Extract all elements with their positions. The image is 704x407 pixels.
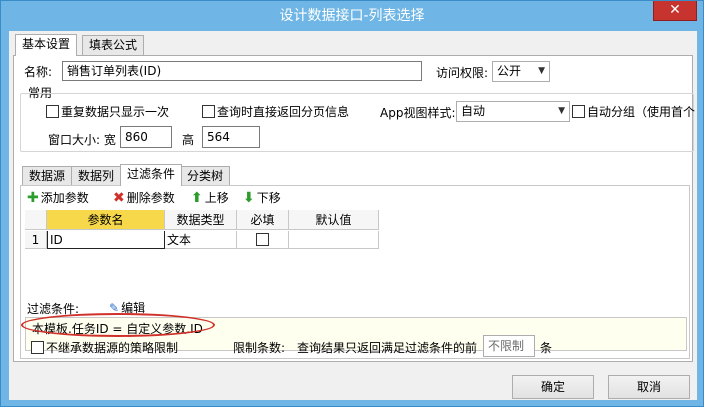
direct-page-label: 查询时直接返回分页信息 [217,105,350,119]
column-header-default[interactable]: 默认值 [289,210,379,230]
column-header-required[interactable]: 必填 [237,210,289,230]
plus-icon: ✚ [27,190,39,206]
param-grid: 参数名 数据类型 必填 默认值 1 ID 文本 [25,210,383,250]
window-size-label: 窗口大小: 宽 [48,133,116,147]
column-header-name[interactable]: 参数名 [47,210,165,230]
width-input[interactable]: 860 [120,126,172,148]
column-header-type[interactable]: 数据类型 [165,210,237,230]
limit-input[interactable]: 不限制 [483,335,535,357]
add-param-button[interactable]: ✚ 添加参数 [27,190,89,206]
limit-description: 查询结果只返回满足过滤条件的前 [297,341,478,355]
delete-icon: ✖ [113,190,125,206]
arrow-up-icon: ⬆ [191,190,203,206]
param-default-cell[interactable] [289,231,379,249]
row-number-header [25,210,47,230]
param-required-cell[interactable] [237,231,289,249]
app-style-select[interactable]: 自动 ▼ [456,101,570,122]
tab-basic-settings[interactable]: 基本设置 [15,34,78,56]
dialog-body: 基本设置 填表公式 名称: 销售订单列表(ID) 访问权限: 公开 ▼ 常用 重… [9,31,697,400]
limit-label: 限制条数: [233,341,286,355]
basic-settings-panel: 名称: 销售订单列表(ID) 访问权限: 公开 ▼ 常用 重复数据只显示一次 查… [13,55,695,362]
height-input[interactable]: 564 [202,126,260,148]
inherit-label: 不继承数据源的策略限制 [46,341,179,355]
chevron-down-icon: ▼ [558,106,565,116]
auto-group-checkbox[interactable]: 自动分组（使用首个 [572,105,695,119]
tab-filter-conditions[interactable]: 过滤条件 [120,164,183,186]
checkbox-icon [572,105,585,118]
param-name-cell[interactable]: ID [47,231,165,249]
inherit-checkbox[interactable]: 不继承数据源的策略限制 [31,341,178,355]
cancel-button[interactable]: 取消 [608,375,690,399]
close-button[interactable]: ✕ [653,1,697,21]
ok-button[interactable]: 确定 [512,375,594,399]
filter-panel: ✚添加参数 ✖删除参数 ⬆上移 ⬇下移 参数名 数据类型 必填 默认值 [20,185,690,359]
param-type-cell[interactable]: 文本 [165,231,237,249]
limit-unit: 条 [540,341,553,355]
repeat-label: 重复数据只显示一次 [61,105,170,119]
checkbox-icon [256,233,269,246]
app-style-value: 自动 [461,104,486,118]
checkbox-icon [202,105,215,118]
auto-group-label: 自动分组（使用首个 [587,105,696,119]
close-icon: ✕ [669,2,681,18]
move-down-label: 下移 [256,191,281,205]
highlight-circle [21,313,215,337]
repeat-checkbox[interactable]: 重复数据只显示一次 [46,105,169,119]
window-title: 设计数据接口-列表选择 [279,8,425,24]
delete-param-label: 删除参数 [126,191,175,205]
access-value: 公开 [497,64,522,78]
access-label: 访问权限: [436,66,489,80]
checkbox-icon [46,105,59,118]
direct-page-checkbox[interactable]: 查询时直接返回分页信息 [202,105,349,119]
chevron-down-icon: ▼ [538,66,545,76]
move-down-button[interactable]: ⬇ 下移 [243,190,281,206]
move-up-button[interactable]: ⬆ 上移 [191,190,229,206]
tab-data-columns[interactable]: 数据列 [71,166,122,185]
name-label: 名称: [24,65,53,79]
dialog-window: 设计数据接口-列表选择 ✕ 基本设置 填表公式 名称: 销售订单列表(ID) 访… [0,0,704,407]
access-select[interactable]: 公开 ▼ [492,61,550,82]
app-style-label: App视图样式: [380,106,456,120]
move-up-label: 上移 [204,191,229,205]
add-param-label: 添加参数 [40,191,89,205]
arrow-down-icon: ⬇ [243,190,255,206]
row-number: 1 [25,231,47,249]
tab-data-source[interactable]: 数据源 [22,166,73,185]
height-label: 高 [182,133,195,147]
name-input[interactable]: 销售订单列表(ID) [62,61,422,81]
tab-fill-formula[interactable]: 填表公式 [82,35,145,55]
delete-param-button[interactable]: ✖ 删除参数 [113,190,175,206]
checkbox-icon [31,341,44,354]
tab-category-tree[interactable]: 分类树 [180,166,231,185]
